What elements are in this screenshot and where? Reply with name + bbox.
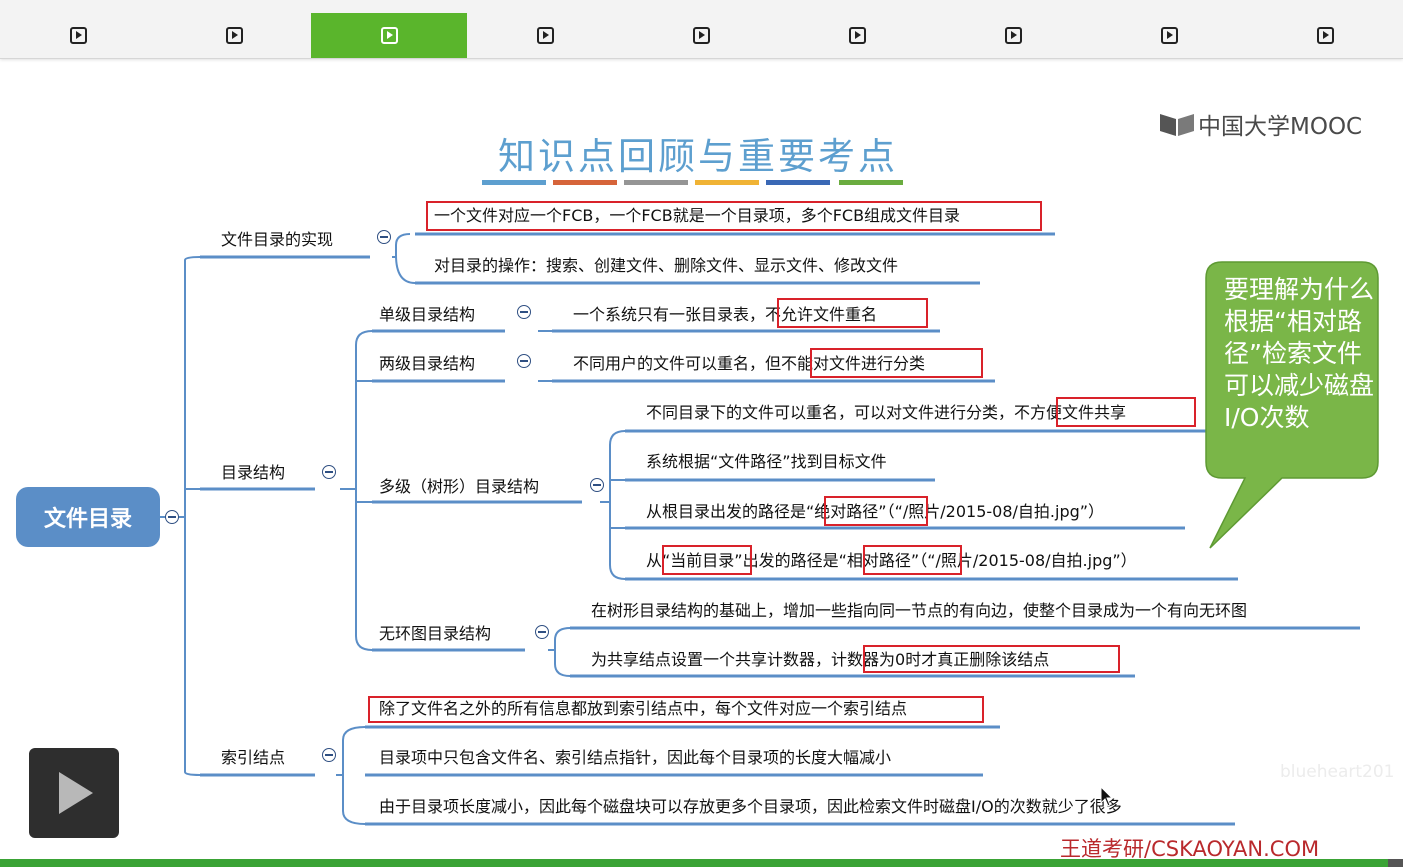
video-progress-thumb[interactable]	[1388, 859, 1403, 867]
video-progress-bar[interactable]	[0, 859, 1403, 867]
watermark: blueheart201	[1280, 762, 1395, 782]
speech-bubble-text: 要理解为什么根据“相对路径”检索文件可以减少磁盘I/O次数	[1224, 275, 1375, 432]
mouse-cursor-icon	[1100, 786, 1114, 807]
video-play-button[interactable]	[29, 748, 119, 838]
speech-bubble	[1205, 261, 1379, 549]
